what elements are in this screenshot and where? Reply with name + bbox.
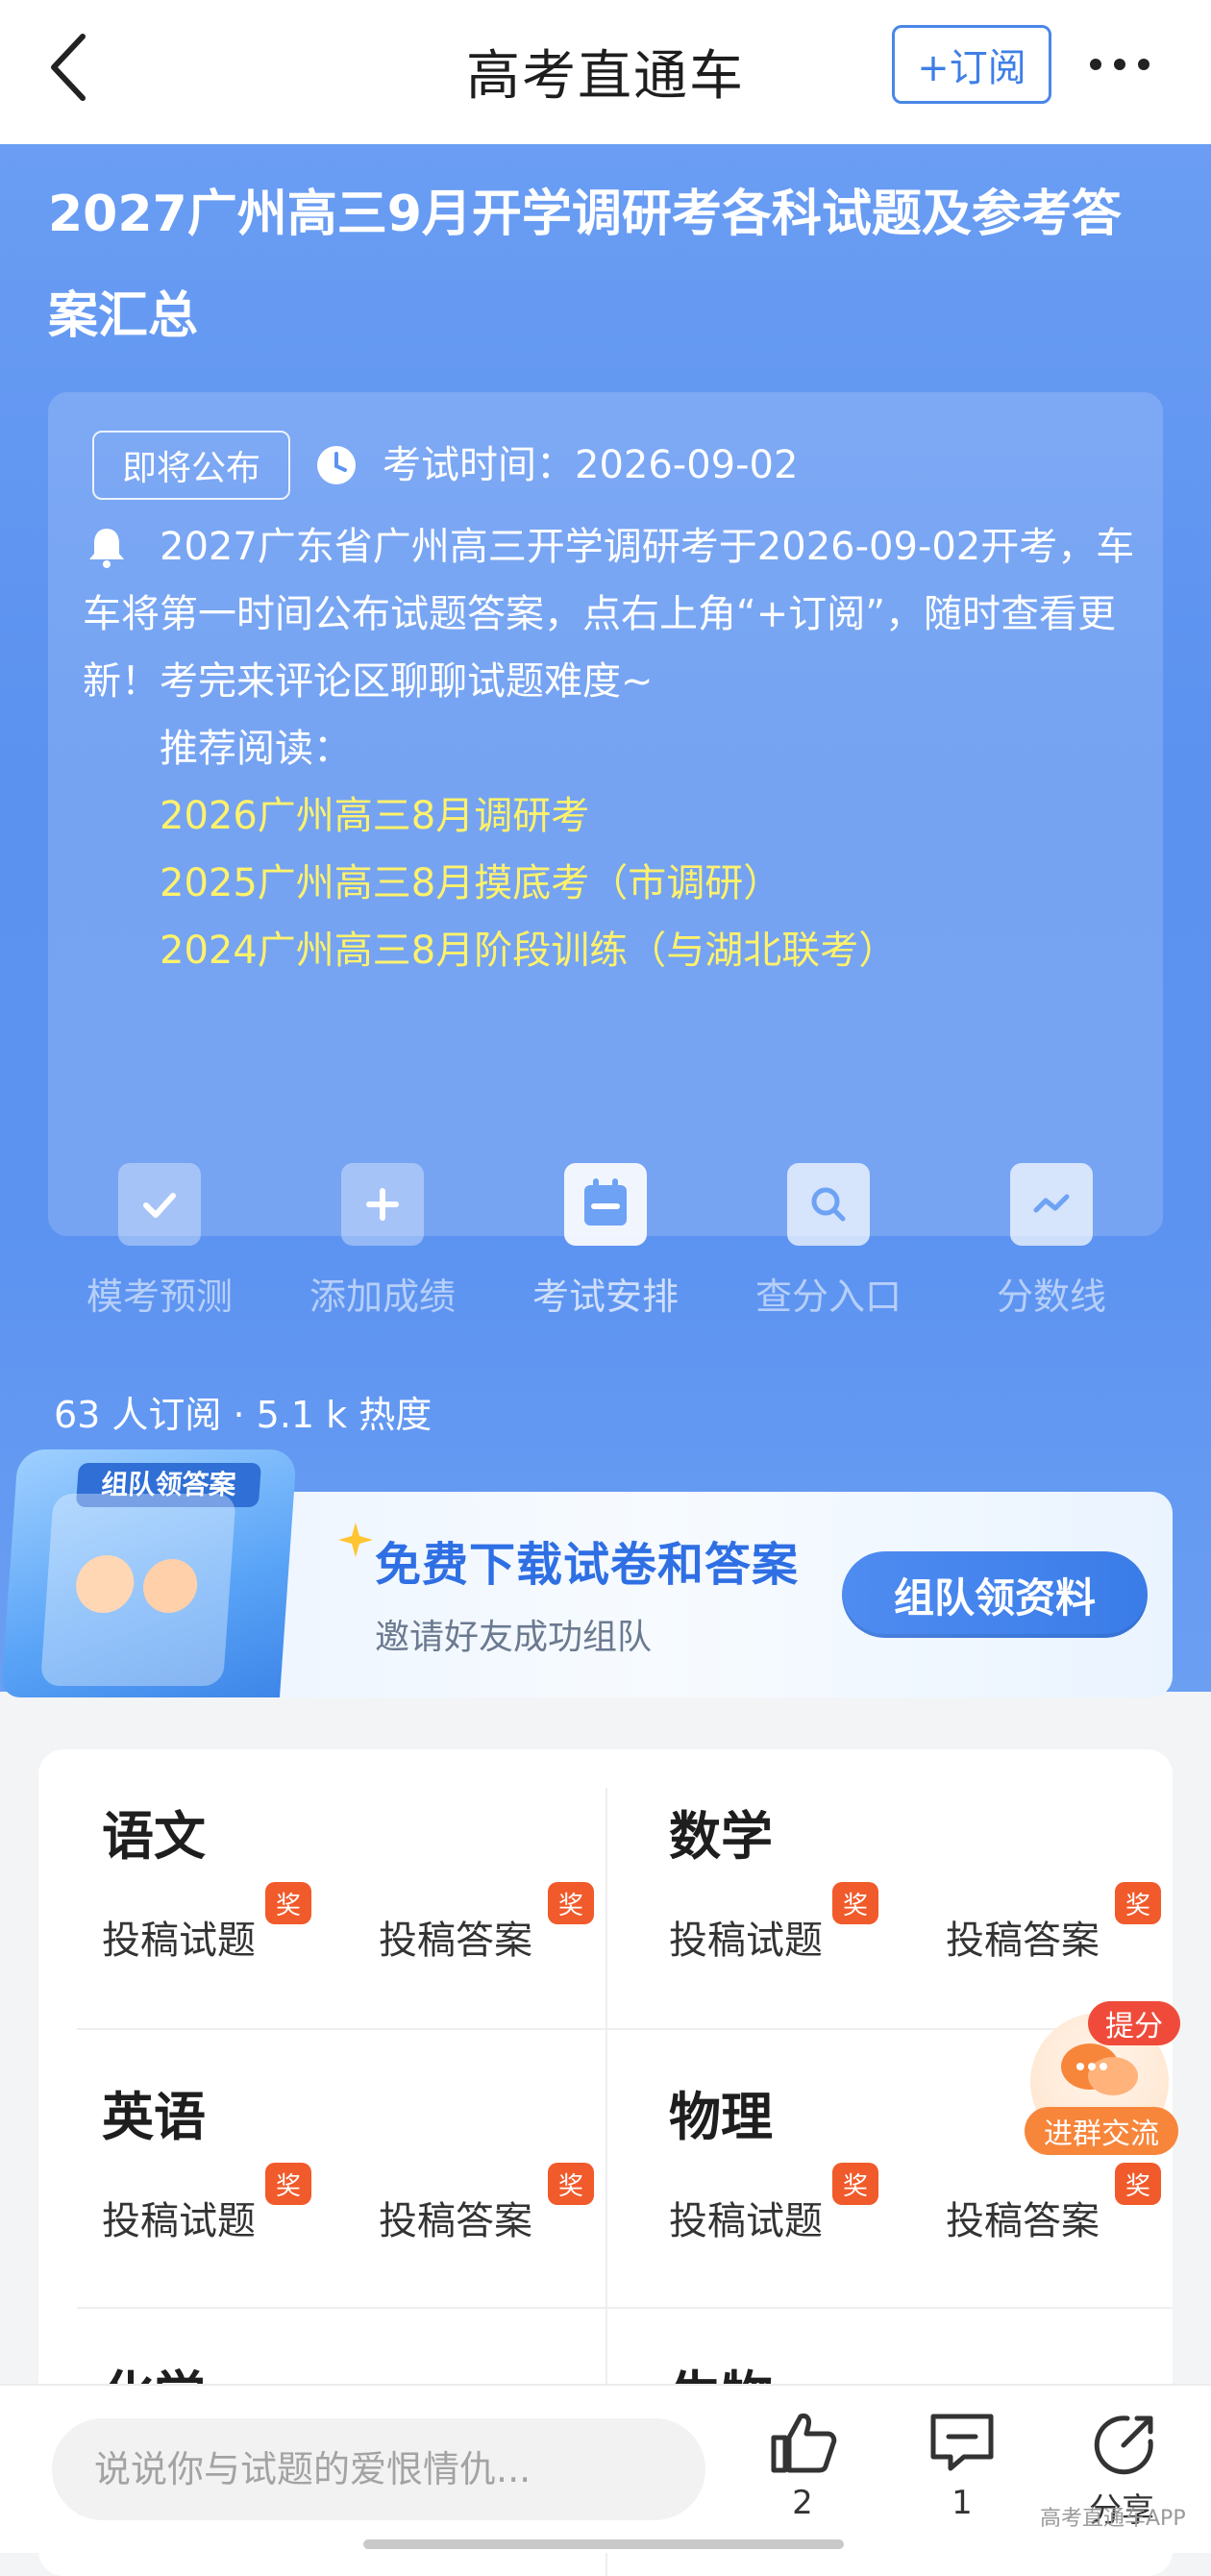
submit-questions-button[interactable]: 投稿试题奖 — [669, 2163, 878, 2245]
recommend-link[interactable]: 2025广州高三8月摸底考（市调研） — [160, 850, 897, 917]
app-watermark: 高考直通车APP — [1040, 2507, 1186, 2531]
like-count: 2 — [792, 2484, 813, 2522]
share-icon — [1094, 2415, 1153, 2475]
group-chat-float-button[interactable]: 提分 进群交流 — [1025, 2001, 1180, 2157]
tool-label: 模考预测 — [86, 1276, 233, 1318]
float-badge: 提分 — [1088, 2001, 1180, 2045]
tool-score-line[interactable]: 分数线 — [940, 1163, 1163, 1320]
clock-icon — [317, 446, 356, 484]
subject-cell: 语文 投稿试题奖 投稿答案奖 — [38, 1749, 596, 2028]
submit-answers-button[interactable]: 投稿答案奖 — [946, 2163, 1161, 2245]
like-button[interactable]: 2 — [750, 2409, 855, 2522]
illustration-frame — [39, 1494, 236, 1686]
submit-questions-button[interactable]: 投稿试题奖 — [102, 2163, 311, 2245]
exam-info-card: 即将公布 考试时间：2026-09-02 2027广东省广州高三开学调研考于20… — [48, 392, 1163, 1236]
notice-text: 2027广东省广州高三开学调研考于2026-09-02开考，车车将第一时间公布试… — [83, 525, 1135, 704]
tool-shortcuts: 模考预测 添加成绩 考试安排 查分入口 分数线 — [0, 1163, 1211, 1336]
recommend-link[interactable]: 2026广州高三8月调研考 — [160, 782, 897, 850]
search-icon — [787, 1163, 870, 1246]
subject-cell: 英语 投稿试题奖 投稿答案奖 — [38, 2030, 596, 2309]
recommend-label: 推荐阅读： — [160, 727, 352, 771]
submit-answers-button[interactable]: 投稿答案奖 — [379, 2163, 594, 2245]
subject-name: 英语 — [102, 2087, 206, 2147]
award-badge: 奖 — [832, 2163, 878, 2205]
award-badge: 奖 — [548, 2163, 594, 2205]
team-up-button[interactable]: 组队领资料 — [842, 1551, 1148, 1638]
article-title: 2027广州高三9月开学调研考各科试题及参考答案汇总 — [48, 186, 1122, 345]
award-badge: 奖 — [1115, 1882, 1161, 1924]
tool-score-query[interactable]: 查分入口 — [717, 1163, 940, 1320]
recommend-link[interactable]: 2024广州高三8月阶段训练（与湖北联考） — [160, 917, 897, 984]
tool-label: 分数线 — [996, 1276, 1106, 1318]
promo-subtitle: 邀请好友成功组队 — [375, 1618, 653, 1657]
submit-questions-button[interactable]: 投稿试题奖 — [669, 1882, 878, 1965]
submit-answers-button[interactable]: 投稿答案奖 — [946, 1882, 1161, 1965]
status-badge: 即将公布 — [92, 431, 290, 500]
tool-exam-schedule[interactable]: 考试安排 — [494, 1163, 717, 1320]
tool-mock-prediction[interactable]: 模考预测 — [48, 1163, 271, 1320]
tool-label: 查分入口 — [754, 1276, 902, 1318]
plus-icon — [341, 1163, 424, 1246]
trend-line-icon — [1010, 1163, 1093, 1246]
comment-count: 1 — [952, 2484, 973, 2522]
award-badge: 奖 — [1115, 2163, 1161, 2205]
comment-input[interactable] — [52, 2418, 705, 2520]
subject-name: 数学 — [669, 1806, 773, 1867]
more-options-button[interactable] — [1086, 48, 1153, 81]
submit-questions-button[interactable]: 投稿试题奖 — [102, 1882, 311, 1965]
top-nav-bar: 高考直通车 +订阅 — [0, 0, 1211, 144]
tool-label: 添加成绩 — [309, 1276, 456, 1318]
recommend-list: 2026广州高三8月调研考 2025广州高三8月摸底考（市调研） 2024广州高… — [160, 782, 897, 984]
float-label: 进群交流 — [1025, 2107, 1178, 2155]
award-badge: 奖 — [548, 1882, 594, 1924]
subject-cell: 数学 投稿试题奖 投稿答案奖 — [606, 1749, 1163, 2028]
promo-illustration: 组队领答案 — [0, 1449, 298, 1697]
thumbs-up-icon — [771, 2414, 837, 2473]
award-badge: 奖 — [832, 1882, 878, 1924]
award-badge: 奖 — [265, 1882, 311, 1924]
calendar-icon — [564, 1163, 647, 1246]
team-promo-banner[interactable]: 组队领答案 免费下载试卷和答案 邀请好友成功组队 组队领资料 — [0, 1449, 1173, 1697]
award-badge: 奖 — [265, 2163, 311, 2205]
bottom-action-bar: 2 1 分享 高考直通车APP — [0, 2384, 1211, 2553]
check-calendar-icon — [118, 1163, 201, 1246]
tool-label: 考试安排 — [531, 1276, 679, 1318]
tool-add-score[interactable]: 添加成绩 — [271, 1163, 494, 1320]
submit-answers-button[interactable]: 投稿答案奖 — [379, 1882, 594, 1965]
more-dots-icon — [1090, 59, 1149, 70]
sparkle-icon — [338, 1523, 373, 1557]
comment-icon — [930, 2414, 994, 2471]
home-indicator — [363, 2539, 844, 2549]
subject-name: 物理 — [669, 2087, 773, 2147]
subscribe-button[interactable]: +订阅 — [892, 25, 1051, 104]
subject-name: 语文 — [102, 1806, 206, 1867]
subscription-stats: 63 人订阅 · 5.1 k 热度 — [54, 1394, 432, 1436]
comment-button[interactable]: 1 — [909, 2409, 1015, 2522]
exam-time: 考试时间：2026-09-02 — [383, 443, 799, 487]
promo-title: 免费下载试卷和答案 — [375, 1538, 800, 1592]
